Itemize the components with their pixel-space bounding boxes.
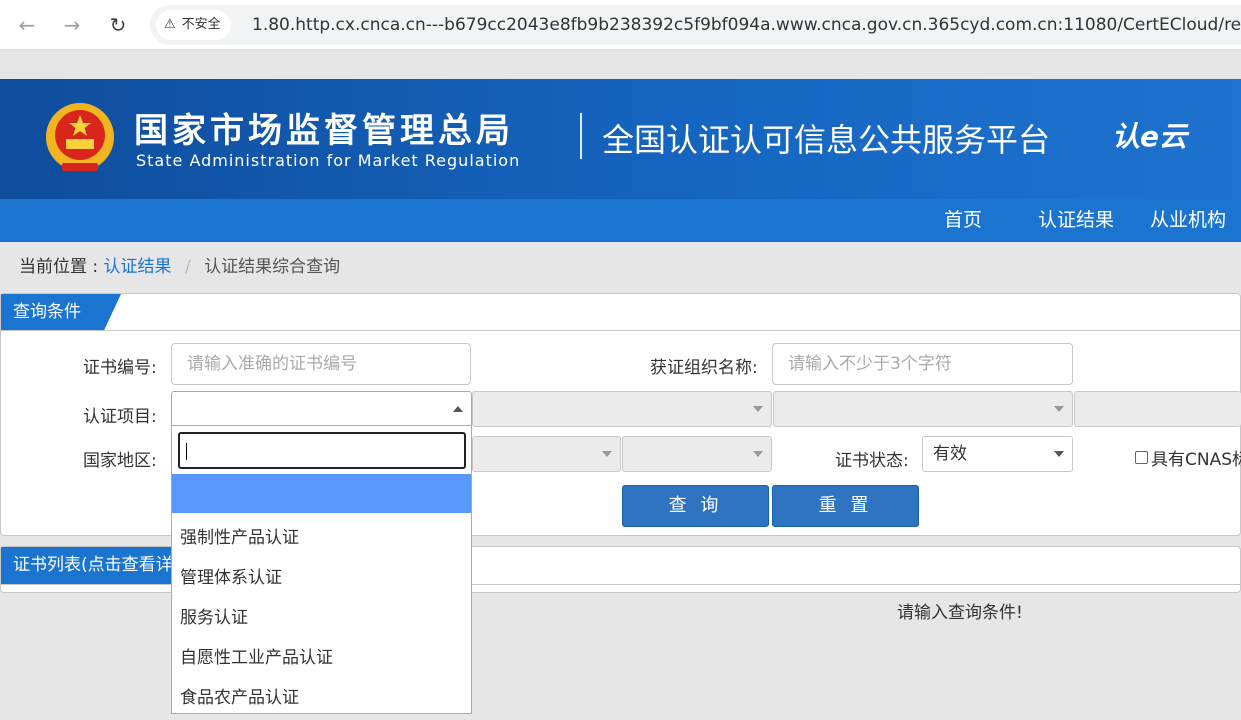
dropdown-option[interactable]: 自愿性工业产品认证 [180,643,333,668]
dropdown-option[interactable]: 食品农产品认证 [180,683,299,708]
region-select-2[interactable] [472,436,621,472]
platform-title: 全国认证认可信息公共服务平台 [602,121,1051,159]
query-panel-tab: 查询条件 [1,294,121,330]
status-value: 有效 [933,444,967,464]
org-name-cn: 国家市场监督管理总局 [134,111,514,151]
status-select[interactable]: 有效 [922,436,1073,472]
national-emblem-icon [44,101,116,177]
dropdown-option-highlighted[interactable] [172,474,471,513]
project-subselect-1[interactable] [472,391,772,427]
project-label: 认证项目: [83,407,157,427]
address-bar[interactable]: ⚠ 不安全 1.80.http.cx.cnca.cn---b679cc2043e… [150,5,1241,45]
chevron-down-icon [1054,451,1064,457]
reset-button[interactable]: 重 置 [772,485,919,527]
renyun-logo: 认e云 [1112,120,1187,153]
nav-item-cert-results[interactable]: 认证结果 [1038,199,1114,242]
chevron-up-icon [453,406,463,412]
empty-hint: 请输入查询条件! [897,603,1023,623]
query-panel-title: 查询条件 [13,302,81,322]
chevron-down-icon [753,406,763,412]
page-top-gap [0,51,1241,79]
breadcrumb-current: 认证结果综合查询 [204,257,341,277]
chevron-down-icon [602,451,612,457]
dropdown-search-input[interactable] [178,432,466,469]
browser-toolbar: ← → ↻ ⚠ 不安全 1.80.http.cx.cnca.cn---b679c… [0,0,1241,50]
reload-icon[interactable]: ↻ [106,13,130,37]
url-text[interactable]: 1.80.http.cx.cnca.cn---b679cc2043e8fb9b2… [252,5,1241,45]
header-banner: 国家市场监督管理总局 State Administration for Mark… [0,79,1241,199]
project-subselect-3[interactable] [1074,391,1241,427]
search-button[interactable]: 查 询 [622,485,769,527]
forward-icon[interactable]: → [60,13,84,37]
dropdown-option[interactable]: 服务认证 [180,603,248,628]
region-label: 国家地区: [83,451,157,471]
cnas-label: 具有CNAS标识 [1151,450,1241,470]
chevron-down-icon [753,451,763,457]
nav-item-home[interactable]: 首页 [944,199,982,242]
security-label: 不安全 [181,17,221,32]
cert-no-input[interactable]: 请输入准确的证书编号 [171,343,471,385]
cnas-checkbox[interactable]: 具有CNAS标识 [1135,445,1241,470]
breadcrumb: 当前位置 : 认证结果 / 认证结果综合查询 [19,252,340,277]
checkbox-icon[interactable] [1135,451,1148,464]
project-subselect-2[interactable] [773,391,1073,427]
project-select[interactable] [171,391,472,427]
org-name-en: State Administration for Market Regulati… [136,151,521,170]
text-cursor [186,443,187,460]
breadcrumb-label: 当前位置 : [19,257,99,277]
org-name-label: 获证组织名称: [650,358,758,378]
chevron-down-icon [1054,406,1064,412]
project-dropdown: 强制性产品认证 管理体系认证 服务认证 自愿性工业产品认证 食品农产品认证 [171,425,472,714]
cert-no-label: 证书编号: [83,358,157,378]
security-indicator[interactable]: ⚠ 不安全 [156,10,231,40]
cert-list-title: 证书列表(点击查看详情) [13,555,197,575]
back-icon[interactable]: ← [15,13,39,37]
header-divider [580,113,582,159]
warning-icon: ⚠ [164,17,176,32]
dropdown-option[interactable]: 管理体系认证 [180,563,282,588]
breadcrumb-link[interactable]: 认证结果 [104,257,172,277]
status-label: 证书状态: [835,451,909,471]
query-panel-header: 查询条件 [0,294,1241,331]
breadcrumb-separator: / [184,257,191,277]
dropdown-option[interactable]: 强制性产品认证 [180,523,299,548]
region-select-3[interactable] [622,436,772,472]
nav-item-institutions[interactable]: 从业机构 [1150,199,1226,242]
org-name-input[interactable]: 请输入不少于3个字符 [772,343,1073,385]
main-nav: 首页 认证结果 从业机构 [0,199,1241,242]
